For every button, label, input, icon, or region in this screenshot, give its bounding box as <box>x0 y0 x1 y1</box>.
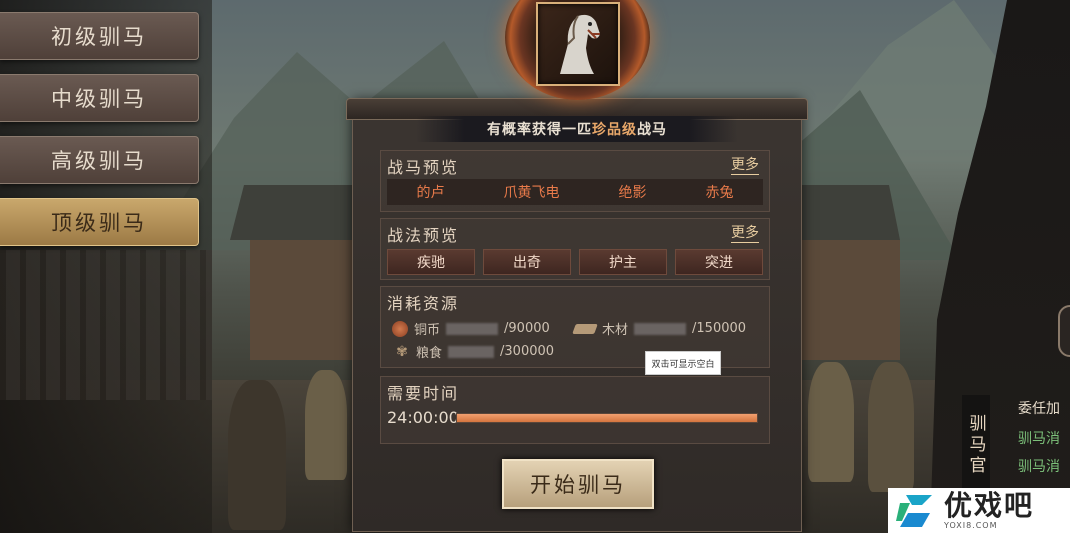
time-title: 需要时间 <box>387 384 460 403</box>
copper-label: 铜币 <box>414 323 441 338</box>
grain-amount-hidden <box>448 345 495 358</box>
horse-item[interactable]: 赤兔 <box>706 182 734 202</box>
copper-amount-hidden <box>446 322 499 335</box>
tactic-list: 疾驰 出奇 护主 突进 <box>387 249 763 275</box>
menu-item-intermediate-training[interactable]: 中级驯马 <box>0 74 199 122</box>
time-progress-bar <box>456 413 758 423</box>
wood-label: 木材 <box>602 323 629 338</box>
banner-prefix: 有概率获得一匹 <box>487 122 592 138</box>
tactic-item[interactable]: 出奇 <box>483 249 571 275</box>
reward-banner: 有概率获得一匹 珍品级 战马 <box>416 116 738 142</box>
building <box>800 240 900 360</box>
tactic-item[interactable]: 突进 <box>675 249 763 275</box>
menu-item-advanced-training[interactable]: 高级驯马 <box>0 136 199 184</box>
time-progress-fill <box>457 414 757 422</box>
fence <box>0 250 212 400</box>
tactic-preview-section: 战法预览 更多 疾驰 出奇 护主 突进 <box>380 218 770 280</box>
building-roof <box>230 185 370 240</box>
copper-required: /90000 <box>504 321 550 336</box>
wood-resource: 木材 /150000 <box>572 319 747 338</box>
copper-resource: 铜币 /90000 <box>392 319 550 338</box>
tactic-preview-more-link[interactable]: 更多 <box>731 222 759 243</box>
horse-item[interactable]: 爪黄飞电 <box>504 182 560 202</box>
horse-icon <box>560 14 600 74</box>
wood-required: /150000 <box>692 321 747 336</box>
wood-amount-hidden <box>634 322 687 335</box>
watermark: 优戏吧 YOXI8.COM <box>888 488 1070 533</box>
soldier-figure <box>228 380 286 530</box>
watermark-logo-icon <box>896 494 932 527</box>
tooltip: 双击可显示空白 <box>645 351 721 375</box>
horse-item[interactable]: 的卢 <box>417 182 445 202</box>
grain-resource: ✾ 粮食 /300000 <box>394 342 555 362</box>
watermark-url: YOXI8.COM <box>944 521 998 530</box>
watermark-name: 优戏吧 <box>944 489 1035 522</box>
horse-preview-more-link[interactable]: 更多 <box>731 154 759 175</box>
officer-line: 驯马消 <box>1018 431 1060 447</box>
soldier-figure <box>808 362 854 482</box>
resources-title: 消耗资源 <box>387 294 460 313</box>
start-training-button[interactable]: 开始驯马 <box>502 459 654 509</box>
side-expand-handle[interactable] <box>1058 305 1070 357</box>
tactic-preview-title: 战法预览 <box>387 226 460 245</box>
grain-required: /300000 <box>500 344 555 359</box>
building <box>250 240 360 360</box>
horse-preview-title: 战马预览 <box>387 158 460 177</box>
banner-suffix: 战马 <box>637 122 667 138</box>
coin-icon <box>392 320 408 337</box>
grain-icon: ✾ <box>396 343 408 360</box>
time-value: 24:00:00 <box>387 408 459 427</box>
soldier-figure <box>868 362 914 492</box>
tactic-item[interactable]: 护主 <box>579 249 667 275</box>
wood-icon <box>572 323 598 334</box>
soldier-figure <box>305 370 347 480</box>
officer-line: 委任加 <box>1018 401 1060 417</box>
banner-rarity: 珍品级 <box>592 122 637 138</box>
horse-portrait[interactable] <box>536 2 620 86</box>
grain-label: 粮食 <box>416 346 443 361</box>
officer-line: 驯马消 <box>1018 459 1060 475</box>
menu-item-top-training[interactable]: 顶级驯马 <box>0 198 199 246</box>
building-roof <box>790 185 900 240</box>
menu-item-basic-training[interactable]: 初级驯马 <box>0 12 199 60</box>
tactic-item[interactable]: 疾驰 <box>387 249 475 275</box>
officer-tab[interactable]: 驯马官 <box>962 395 990 495</box>
horse-item[interactable]: 绝影 <box>619 182 647 202</box>
horse-preview-section: 战马预览 更多 的卢 爪黄飞电 绝影 赤兔 <box>380 150 770 212</box>
horse-list: 的卢 爪黄飞电 绝影 赤兔 <box>387 179 763 205</box>
